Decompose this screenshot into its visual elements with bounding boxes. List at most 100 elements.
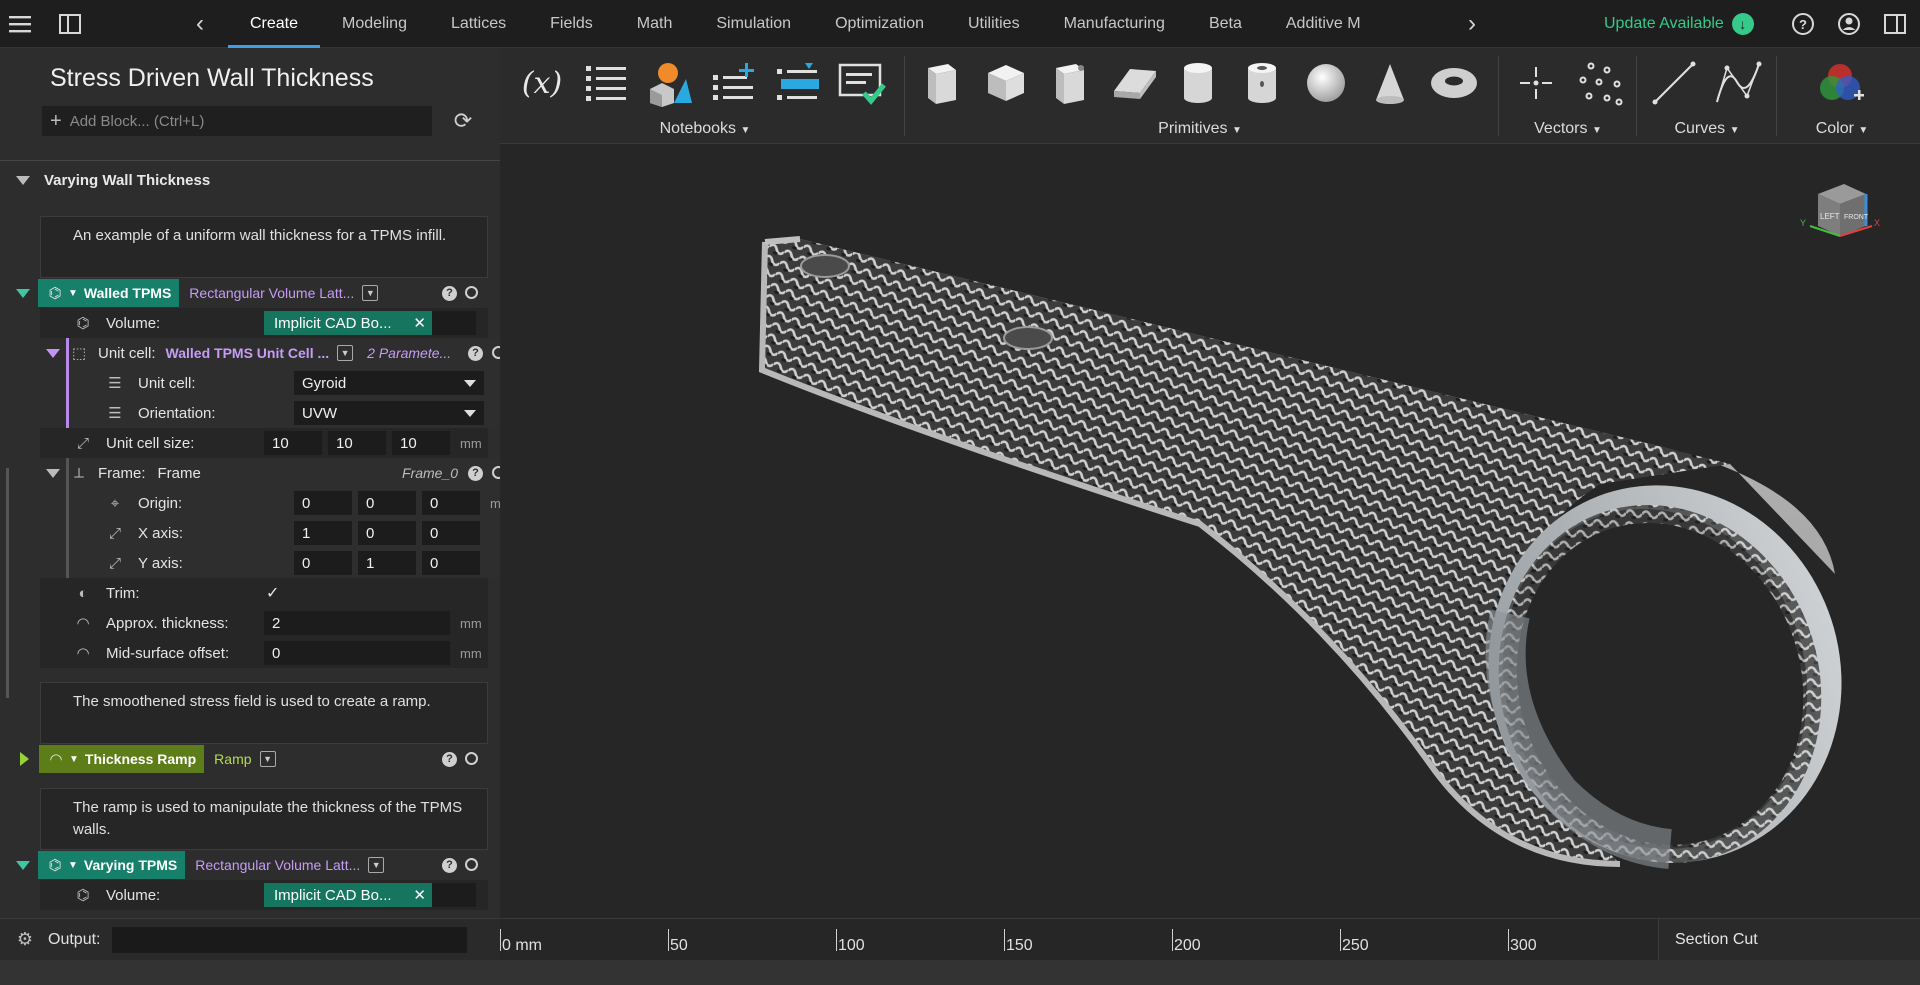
visibility-icon[interactable] <box>492 466 500 479</box>
origin-x-field[interactable]: 0 <box>294 491 352 515</box>
dropdown-icon[interactable]: ▼ <box>368 857 385 873</box>
panel-toggle-icon[interactable] <box>50 0 90 48</box>
line-icon[interactable] <box>1642 53 1706 113</box>
insert-list-icon[interactable] <box>766 53 830 113</box>
help-icon[interactable]: ? <box>1780 0 1826 48</box>
trim-checkbox[interactable]: ✓ <box>266 583 279 603</box>
block-header-varying-tpms[interactable]: ⌬ ▼ Varying TPMS Rectangular Volume Latt… <box>0 850 488 880</box>
tab-simulation[interactable]: Simulation <box>694 0 813 48</box>
tube-primitive-icon[interactable] <box>1230 53 1294 113</box>
add-list-icon[interactable] <box>702 53 766 113</box>
xaxis-x-field[interactable]: 1 <box>294 521 352 545</box>
size-z-field[interactable]: 10 <box>392 431 450 455</box>
list-icon[interactable] <box>574 53 638 113</box>
collapse-triangle-icon[interactable] <box>46 348 60 358</box>
block-header-thickness-ramp[interactable]: ◠ ▼ Thickness Ramp Ramp ▼ ? <box>0 744 488 774</box>
remove-icon[interactable]: ✕ <box>413 314 426 332</box>
block-tag[interactable]: ◠ ▼ Thickness Ramp <box>39 745 205 773</box>
midsurface-field[interactable]: 0 <box>264 641 450 665</box>
volume-extra-field[interactable] <box>432 311 476 335</box>
dropdown-icon[interactable]: ▼ <box>362 285 379 301</box>
section-header[interactable]: Varying Wall Thickness <box>0 166 210 194</box>
torus-primitive-icon[interactable] <box>1422 53 1486 113</box>
origin-z-field[interactable]: 0 <box>422 491 480 515</box>
visibility-icon[interactable] <box>465 286 478 299</box>
cone-primitive-icon[interactable] <box>1358 53 1422 113</box>
volume-chip[interactable]: Implicit CAD Bo... ✕ <box>264 311 432 335</box>
output-field[interactable] <box>112 926 468 953</box>
primitives-menu[interactable]: Primitives ▼ <box>910 120 1490 138</box>
menu-icon[interactable] <box>0 0 40 48</box>
tab-optimization[interactable]: Optimization <box>813 0 946 48</box>
checklist-icon[interactable] <box>830 53 894 113</box>
tab-lattices[interactable]: Lattices <box>429 0 528 48</box>
size-y-field[interactable]: 10 <box>328 431 386 455</box>
origin-y-field[interactable]: 0 <box>358 491 416 515</box>
cube-primitive-icon[interactable] <box>974 53 1038 113</box>
variable-icon[interactable]: (x) <box>510 53 574 113</box>
vectors-menu[interactable]: Vectors ▼ <box>1504 120 1632 138</box>
help-icon[interactable]: ? <box>468 465 483 481</box>
shapes-icon[interactable] <box>638 53 702 113</box>
xaxis-z-field[interactable]: 0 <box>422 521 480 545</box>
yaxis-y-field[interactable]: 1 <box>358 551 416 575</box>
dropdown-icon[interactable]: ▼ <box>337 345 354 361</box>
collapse-triangle-icon[interactable] <box>16 860 30 870</box>
tab-manufacturing[interactable]: Manufacturing <box>1042 0 1187 48</box>
point-icon[interactable] <box>1504 53 1568 113</box>
color-menu[interactable]: Color ▼ <box>1782 120 1902 138</box>
cylinder-primitive-icon[interactable] <box>1166 53 1230 113</box>
tab-beta[interactable]: Beta <box>1187 0 1264 48</box>
curves-menu[interactable]: Curves ▼ <box>1642 120 1772 138</box>
yaxis-x-field[interactable]: 0 <box>294 551 352 575</box>
tabs-scroll-right-icon[interactable]: › <box>1462 0 1482 48</box>
scrollbar[interactable] <box>6 468 9 698</box>
visibility-icon[interactable] <box>465 752 478 765</box>
3d-viewport[interactable]: LEFT FRONT X Y <box>500 144 1920 920</box>
tabs-scroll-left-icon[interactable]: ‹ <box>190 0 210 48</box>
thickness-field[interactable]: 2 <box>264 611 450 635</box>
volume-chip[interactable]: Implicit CAD Bo... ✕ <box>264 883 432 907</box>
gear-icon[interactable]: ⚙ <box>14 929 36 951</box>
tab-math[interactable]: Math <box>615 0 695 48</box>
xaxis-y-field[interactable]: 0 <box>358 521 416 545</box>
polyline-curve-icon[interactable] <box>1706 53 1770 113</box>
sphere-primitive-icon[interactable] <box>1294 53 1358 113</box>
tab-additive-m[interactable]: Additive M <box>1264 0 1383 48</box>
section-cut-button[interactable]: Section Cut <box>1658 918 1920 960</box>
tab-modeling[interactable]: Modeling <box>320 0 429 48</box>
view-cube[interactable]: LEFT FRONT X Y <box>1800 180 1880 250</box>
tab-fields[interactable]: Fields <box>528 0 615 48</box>
collapse-triangle-icon[interactable] <box>16 288 30 298</box>
tab-create[interactable]: Create <box>228 0 321 48</box>
remove-icon[interactable]: ✕ <box>413 886 426 904</box>
volume-extra-field[interactable] <box>432 883 476 907</box>
help-icon[interactable]: ? <box>442 285 457 301</box>
visibility-icon[interactable] <box>492 346 500 359</box>
block-header-walled-tpms[interactable]: ⌬ ▼ Walled TPMS Rectangular Volume Latt.… <box>0 278 488 308</box>
refresh-icon[interactable]: ⟳ <box>450 108 476 134</box>
dropdown-icon[interactable]: ▼ <box>259 751 276 767</box>
wedge-primitive-icon[interactable] <box>1102 53 1166 113</box>
help-icon[interactable]: ? <box>442 751 457 767</box>
help-icon[interactable]: ? <box>442 857 457 873</box>
color-icon[interactable] <box>1810 53 1874 113</box>
param-row-unit-cell[interactable]: ⬚ Unit cell: Walled TPMS Unit Cell ... ▼… <box>40 338 500 368</box>
help-icon[interactable]: ? <box>468 345 483 361</box>
collapse-triangle-icon[interactable] <box>46 468 60 478</box>
frame-box-primitive-icon[interactable] <box>1038 53 1102 113</box>
expand-triangle-icon[interactable] <box>20 752 29 766</box>
point-cloud-icon[interactable] <box>1568 53 1632 113</box>
account-icon[interactable] <box>1826 0 1872 48</box>
block-tag[interactable]: ⌬ ▼ Varying TPMS <box>38 851 186 879</box>
orientation-select[interactable]: UVW <box>294 401 484 425</box>
add-block-input[interactable]: + Add Block... (Ctrl+L) <box>42 106 432 136</box>
param-row-frame[interactable]: ⟂ Frame: Frame Frame_0 ? <box>40 458 500 488</box>
box-primitive-icon[interactable] <box>910 53 974 113</box>
tab-utilities[interactable]: Utilities <box>946 0 1042 48</box>
unit-cell-select[interactable]: Gyroid <box>294 371 484 395</box>
update-available-button[interactable]: Update Available ↓ <box>1604 0 1754 48</box>
visibility-icon[interactable] <box>465 858 478 871</box>
block-tag[interactable]: ⌬ ▼ Walled TPMS <box>38 279 180 307</box>
notebooks-menu[interactable]: Notebooks ▼ <box>510 120 900 138</box>
